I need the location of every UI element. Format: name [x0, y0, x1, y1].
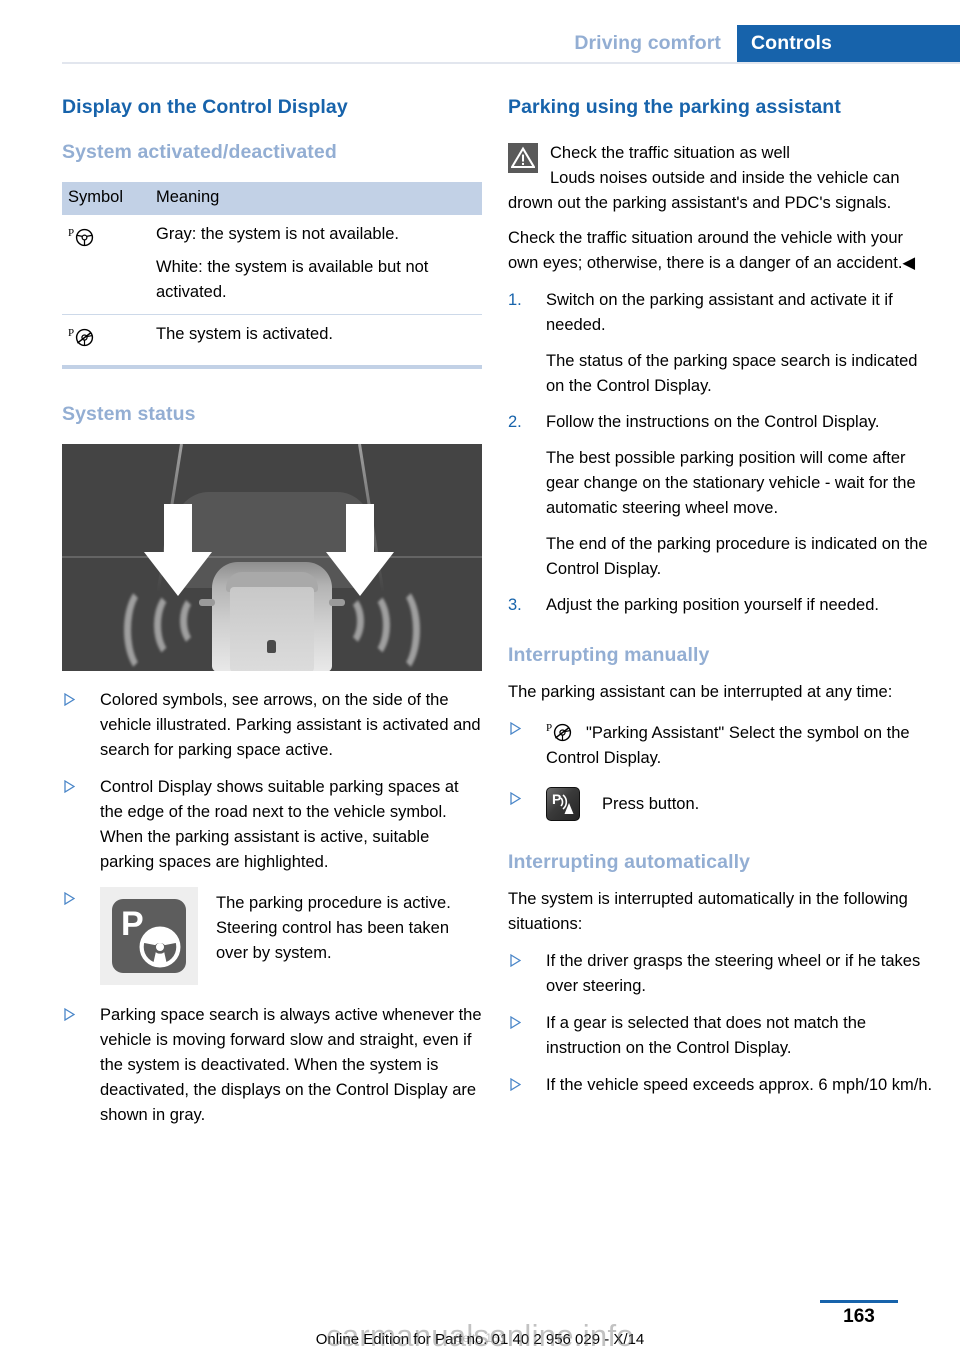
step-number: 2.: [508, 413, 522, 431]
list-item-label: Control Display shows suitable parking s…: [100, 778, 459, 871]
list-item-label: If the driver grasps the steering wheel …: [546, 952, 921, 995]
warning-triangle-icon: [508, 143, 538, 173]
table-cell-symbol: P: [62, 215, 150, 315]
footer-edition-text: Online Edition for Part no. 01 40 2 956 …: [315, 1331, 645, 1348]
list-item: 1. Switch on the parking assistant and a…: [508, 288, 936, 338]
triangle-bullet-icon: [64, 693, 75, 706]
table-cell-symbol: P: [62, 314, 150, 369]
warning-paragraph-2: Check the traffic situation around the v…: [508, 229, 916, 272]
step-label: Follow the instructions on the Control D…: [546, 413, 880, 431]
section-title-parking: Parking using the parking assistant: [508, 96, 841, 118]
list-item-label: If a gear is selected that does not matc…: [546, 1014, 867, 1057]
list-item: P Press button.: [508, 787, 936, 821]
subheading-interrupting-manually: Interrupting manually: [508, 644, 710, 666]
parking-steps-list: 1. Switch on the parking assistant and a…: [508, 288, 936, 618]
table-cell-meaning: The system is activated.: [150, 314, 482, 369]
step-note: The status of the parking space search i…: [546, 352, 918, 395]
page-header: Driving comfort Controls: [0, 0, 960, 64]
parking-assistant-wheel-active-icon: P: [546, 717, 580, 743]
list-item-label: Press button.: [602, 794, 700, 813]
step-label: Switch on the parking assistant and acti…: [546, 291, 893, 334]
list-item: 3. Adjust the parking position yourself …: [508, 593, 936, 618]
list-item: 2. Follow the instructions on the Contro…: [508, 410, 936, 435]
pdc-button-icon[interactable]: P: [546, 787, 580, 821]
subheading-system-activated: System activated/deactivated: [62, 141, 337, 163]
figure-horizon-band: [62, 556, 482, 558]
parking-assistant-active-icon: P: [100, 887, 198, 985]
meaning-line: Gray: the system is not available.: [156, 225, 400, 243]
list-item: If the driver grasps the steering wheel …: [508, 949, 936, 999]
step-label: Adjust the parking position yourself if …: [546, 596, 879, 614]
meaning-line: White: the system is available but not a…: [156, 258, 429, 301]
down-arrow-icon-right: [326, 504, 394, 596]
column-header-meaning: Meaning: [150, 182, 482, 215]
figure-ego-marker: [267, 640, 276, 653]
page-title: Display on the Control Display: [62, 96, 348, 118]
table-row: P The system is activated.: [62, 314, 482, 369]
list-item-label: If the vehicle speed exceeds approx. 6 m…: [546, 1076, 933, 1094]
list-item-label: Parking space search is always active wh…: [100, 1006, 482, 1124]
table-row: P Gray: the system is not available. Whi…: [62, 215, 482, 315]
triangle-bullet-icon: [510, 954, 521, 967]
figure-ego-mirror-left: [199, 599, 215, 606]
list-item: Colored symbols, see arrows, on the side…: [62, 688, 482, 763]
interrupt-manual-intro: The parking assistant can be interrupted…: [508, 683, 893, 701]
step-note: The best possible parking position will …: [546, 449, 916, 517]
interrupt-auto-intro: The system is interrupted automatically …: [508, 890, 908, 933]
left-column: Display on the Control Display System ac…: [62, 96, 482, 1140]
list-item-figure: P The parking procedure is active. Steer…: [62, 887, 482, 985]
figure-ego-mirror-right: [329, 599, 345, 606]
header-breadcrumb: Driving comfort Controls: [554, 25, 960, 62]
step-note: The end of the parking procedure is indi…: [546, 535, 928, 578]
step-number: 1.: [508, 291, 522, 309]
status-bullet-list: Colored symbols, see arrows, on the side…: [62, 688, 482, 1128]
list-item: If a gear is selected that does not matc…: [508, 1011, 936, 1061]
footer-divider: [820, 1300, 898, 1303]
down-arrow-icon-left: [144, 504, 212, 596]
subheading-interrupting-automatically: Interrupting automatically: [508, 851, 751, 873]
control-display-figure: [62, 444, 482, 671]
table-cell-meaning: Gray: the system is not available. White…: [150, 215, 482, 315]
list-item: Control Display shows suitable parking s…: [62, 775, 482, 875]
triangle-bullet-icon: [64, 1008, 75, 1021]
triangle-bullet-icon: [510, 722, 521, 735]
triangle-bullet-icon: [510, 1078, 521, 1091]
header-divider: [62, 62, 960, 64]
subheading-system-status: System status: [62, 403, 196, 425]
table-header-row: Symbol Meaning: [62, 182, 482, 215]
warning-block: Check the traffic situation as well Loud…: [508, 141, 936, 276]
column-header-symbol: Symbol: [62, 182, 150, 215]
list-item-label: Colored symbols, see arrows, on the side…: [100, 691, 481, 759]
page-number: 163: [843, 1306, 875, 1327]
list-item: Parking space search is always active wh…: [62, 1003, 482, 1128]
breadcrumb-chapter: Driving comfort: [574, 32, 721, 54]
list-item: If the vehicle speed exceeds approx. 6 m…: [508, 1073, 936, 1098]
triangle-bullet-icon: [64, 780, 75, 793]
manual-interrupt-list: P "Parking Assistant" Select the symbol …: [508, 717, 936, 821]
parking-assistant-wheel-icon: P: [68, 222, 102, 248]
breadcrumb-section: Controls: [737, 25, 960, 62]
triangle-bullet-icon: [64, 892, 75, 905]
list-item-label: The parking procedure is active. Steerin…: [216, 894, 451, 962]
manual-page: Driving comfort Controls Display on the …: [0, 0, 960, 1362]
list-item-label: "Parking Assistant" Select the symbol on…: [546, 724, 910, 767]
parking-assistant-wheel-active-icon: P: [68, 322, 102, 348]
right-column: Parking using the parking assistant Chec…: [508, 96, 936, 1110]
triangle-bullet-icon: [510, 1016, 521, 1029]
step-number: 3.: [508, 596, 522, 614]
warning-text: Check the traffic situation as well Loud…: [508, 141, 936, 216]
auto-interrupt-list: If the driver grasps the steering wheel …: [508, 949, 936, 1098]
triangle-bullet-icon: [510, 792, 521, 805]
warning-paragraph-1: Louds noises outside and inside the vehi…: [508, 169, 900, 212]
symbol-meaning-table: Symbol Meaning P Gray: the system is not…: [62, 182, 482, 369]
warning-heading: Check the traffic situation as well: [550, 144, 790, 162]
figure-ego-roof: [230, 587, 314, 671]
list-item: P "Parking Assistant" Select the symbol …: [508, 717, 936, 771]
